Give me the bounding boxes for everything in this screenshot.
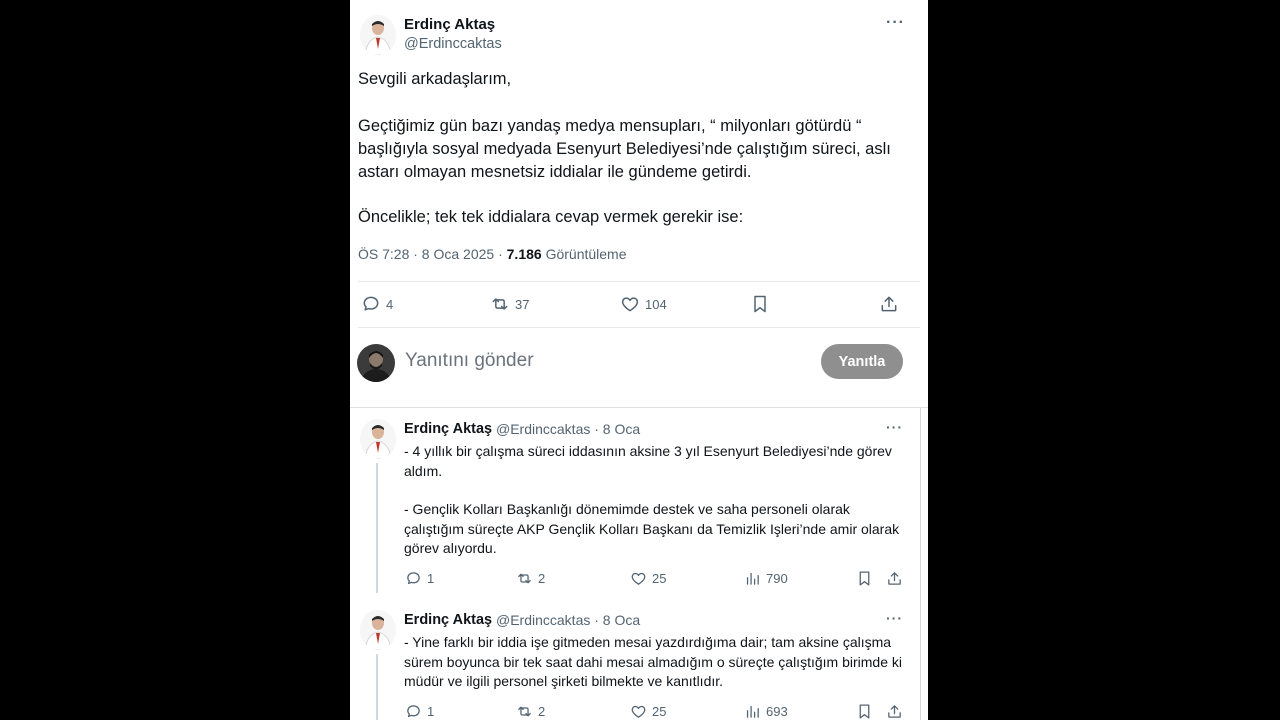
retweet-action[interactable]: 2 xyxy=(516,570,545,587)
reply-icon xyxy=(407,572,420,585)
retweet-icon xyxy=(518,706,531,717)
retweet-count: 2 xyxy=(538,571,546,586)
share-icon xyxy=(881,296,897,312)
like-action[interactable]: 25 xyxy=(630,570,666,587)
author-avatar[interactable] xyxy=(360,15,396,55)
views-action[interactable]: 790 xyxy=(744,570,788,587)
like-count: 25 xyxy=(652,704,667,719)
divider xyxy=(358,281,920,282)
bookmark-icon xyxy=(859,704,870,719)
reply-paragraph-1: - Yine farklı bir iddia işe gitmeden mes… xyxy=(404,634,902,689)
reply-author-avatar[interactable] xyxy=(360,610,396,650)
reply-icon xyxy=(407,705,420,718)
views-label: Görüntüleme xyxy=(541,246,627,262)
author-handle[interactable]: @Erdinccaktas xyxy=(404,36,502,52)
divider xyxy=(358,327,920,328)
like-count: 25 xyxy=(652,571,667,586)
thread-line xyxy=(376,463,378,593)
panel-border xyxy=(920,408,921,720)
retweet-action[interactable]: 2 xyxy=(516,703,545,720)
bookmark-icon xyxy=(754,295,766,313)
reply-input[interactable]: Yanıtını gönder xyxy=(405,350,534,372)
heart-icon xyxy=(631,572,646,585)
views-count: 790 xyxy=(766,571,788,586)
more-options-icon[interactable]: ··· xyxy=(886,610,903,626)
views-count: 693 xyxy=(766,704,788,719)
reply-author-name[interactable]: Erdinç Aktaş xyxy=(404,421,492,437)
thread-line xyxy=(376,654,378,720)
retweet-count: 37 xyxy=(515,296,530,312)
views-chart-icon xyxy=(746,572,759,585)
share-action[interactable] xyxy=(886,570,903,587)
views-chart-icon xyxy=(746,705,759,718)
reply-action[interactable]: 1 xyxy=(405,703,434,720)
like-count: 104 xyxy=(645,296,667,312)
like-action[interactable]: 104 xyxy=(620,294,667,314)
bookmark-action[interactable] xyxy=(856,570,873,587)
heart-icon xyxy=(621,297,639,312)
more-options-icon[interactable]: ··· xyxy=(886,14,905,32)
reply-handle-date[interactable]: @Erdinccaktas · 8 Oca xyxy=(496,612,640,628)
retweet-action[interactable]: 37 xyxy=(490,294,529,314)
tweet-timestamp[interactable]: ÖS 7:28 · 8 Oca 2025 · xyxy=(358,246,507,262)
tweet-paragraph-2: Geçtiğimiz gün bazı yandaş medya mensupl… xyxy=(358,117,891,181)
divider xyxy=(350,407,928,408)
reply-author-avatar[interactable] xyxy=(360,419,396,459)
like-action[interactable]: 25 xyxy=(630,703,666,720)
retweet-icon xyxy=(492,298,508,310)
retweet-count: 2 xyxy=(538,704,546,719)
retweet-icon xyxy=(518,573,531,584)
more-options-icon[interactable]: ··· xyxy=(886,419,903,435)
reply-icon xyxy=(363,296,379,311)
reply-author-name[interactable]: Erdinç Aktaş xyxy=(404,612,492,628)
reply-paragraph-1: - 4 yıllık bir çalışma süreci iddasının … xyxy=(404,443,892,479)
reply-paragraph-2: - Gençlik Kolları Başkanlığı dönemimde d… xyxy=(404,501,900,556)
bookmark-action[interactable] xyxy=(856,703,873,720)
user-avatar[interactable] xyxy=(357,344,395,382)
share-icon xyxy=(888,705,901,718)
tweet-paragraph-1: Sevgili arkadaşlarım, xyxy=(358,70,512,88)
tweet-paragraph-3: Öncelikle; tek tek iddialara cevap verme… xyxy=(358,208,744,226)
reply-count: 1 xyxy=(427,571,435,586)
views-count: 7.186 xyxy=(506,246,542,262)
reply-action[interactable]: 4 xyxy=(361,294,393,314)
views-action[interactable]: 693 xyxy=(744,703,788,720)
reply-action[interactable]: 1 xyxy=(405,570,434,587)
reply-count: 4 xyxy=(386,296,394,312)
reply-button[interactable]: Yanıtla xyxy=(821,344,903,379)
bookmark-icon xyxy=(859,571,870,586)
share-action[interactable] xyxy=(886,703,903,720)
reply-handle-date[interactable]: @Erdinccaktas · 8 Oca xyxy=(496,421,640,437)
heart-icon xyxy=(631,705,646,718)
share-icon xyxy=(888,572,901,585)
reply-count: 1 xyxy=(427,704,435,719)
author-name[interactable]: Erdinç Aktaş xyxy=(404,16,495,33)
tweet-panel: Erdinç Aktaş @Erdinccaktas ··· Sevgili a… xyxy=(350,0,928,720)
share-action[interactable] xyxy=(879,294,899,314)
bookmark-action[interactable] xyxy=(750,294,770,314)
tweet-meta: ÖS 7:28 · 8 Oca 2025 · 7.186 Görüntüleme xyxy=(358,246,627,262)
